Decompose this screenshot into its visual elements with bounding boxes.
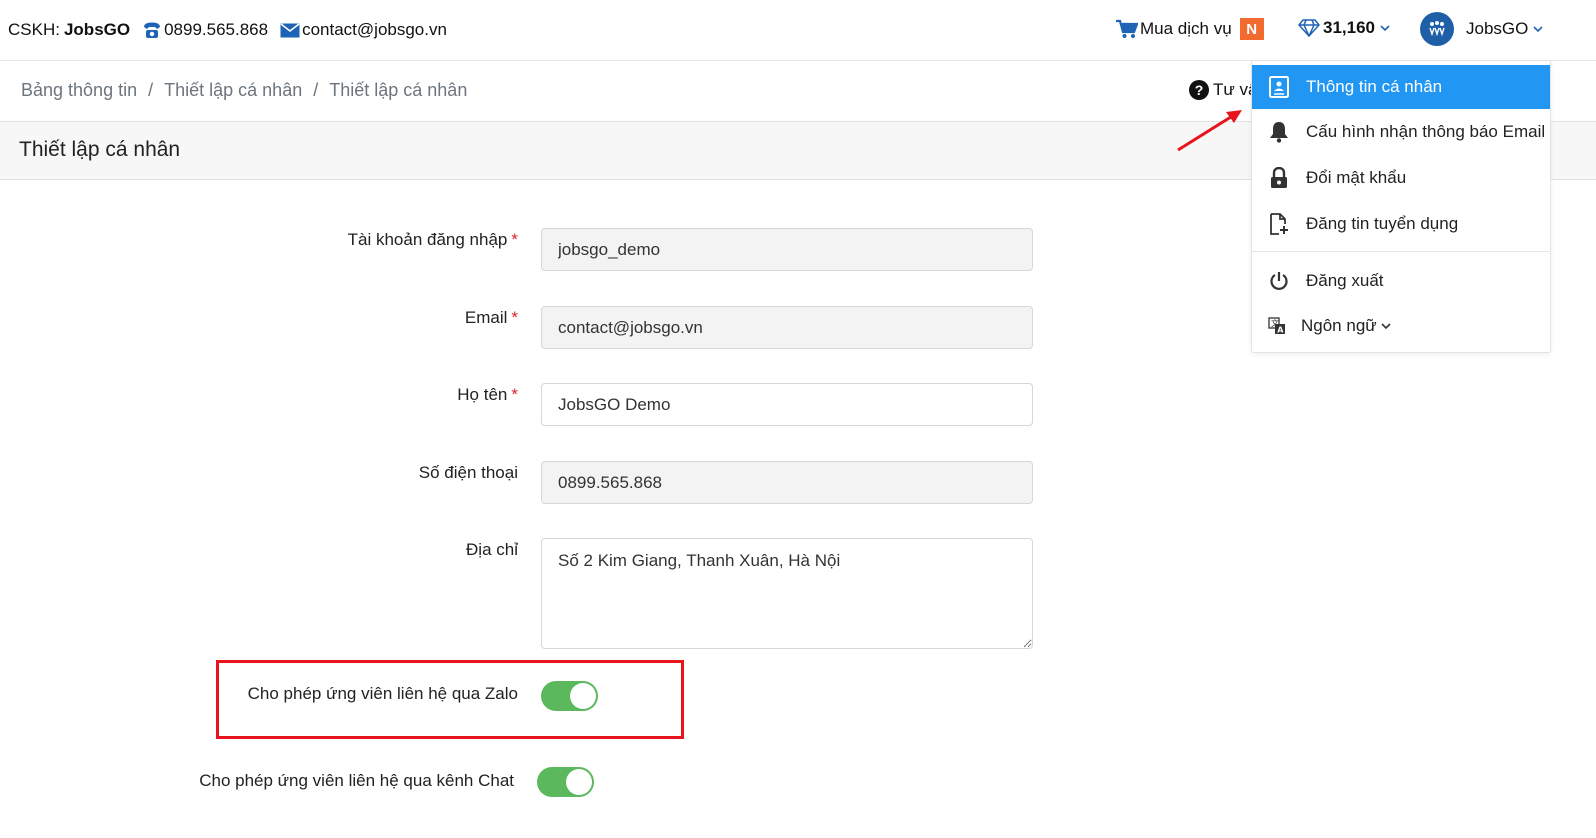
menu-item-profile[interactable]: Thông tin cá nhân xyxy=(1252,65,1550,109)
breadcrumb-separator: / xyxy=(313,80,319,100)
menu-item-change-password[interactable]: Đổi mật khẩu xyxy=(1252,156,1550,200)
translate-icon: 文A xyxy=(1252,317,1301,335)
email-input[interactable] xyxy=(541,306,1033,349)
required-mark: * xyxy=(511,308,518,327)
diamond-icon xyxy=(1298,19,1320,37)
buy-service-label: Mua dịch vụ xyxy=(1140,19,1232,38)
cskh-label: CSKH: xyxy=(8,20,60,39)
points-value: 31,160 xyxy=(1323,18,1375,37)
breadcrumb-item-settings[interactable]: Thiết lập cá nhân xyxy=(164,80,302,101)
top-bar: CSKH: JobsGO 0899.565.868 contact@jobsgo… xyxy=(0,0,1596,61)
breadcrumb-item-dashboard[interactable]: Bảng thông tin xyxy=(21,80,137,101)
user-name: JobsGO xyxy=(1466,19,1529,38)
email-label: Email * xyxy=(465,308,518,328)
menu-item-language[interactable]: 文A Ngôn ngữ xyxy=(1252,304,1550,348)
breadcrumb-item-current: Thiết lập cá nhân xyxy=(329,80,468,100)
email-label-text: Email xyxy=(464,308,508,327)
bell-icon xyxy=(1252,121,1306,143)
help-link[interactable]: ? Tư vấ xyxy=(1189,80,1257,100)
chevron-down-icon xyxy=(1381,322,1391,330)
cskh-name: JobsGO xyxy=(63,20,131,39)
question-icon: ? xyxy=(1189,80,1209,100)
cart-icon xyxy=(1116,19,1138,39)
fullname-label-text: Họ tên xyxy=(457,385,508,404)
power-icon xyxy=(1252,271,1306,291)
menu-item-post-job[interactable]: Đăng tin tuyển dụng xyxy=(1252,202,1550,246)
svg-text:A: A xyxy=(1277,326,1284,335)
new-document-icon xyxy=(1252,213,1306,235)
support-info: CSKH: JobsGO 0899.565.868 contact@jobsgo… xyxy=(8,0,447,60)
points-dropdown[interactable]: 31,160 xyxy=(1298,18,1390,38)
required-mark: * xyxy=(511,385,518,404)
new-badge: N xyxy=(1239,18,1264,40)
username-label: Tài khoản đăng nhập * xyxy=(348,230,518,250)
chevron-down-icon xyxy=(1533,25,1543,33)
buy-service-button[interactable]: Mua dịch vụ N xyxy=(1116,18,1264,40)
menu-divider xyxy=(1252,251,1550,252)
highlight-box xyxy=(216,660,684,739)
phone-input[interactable] xyxy=(541,461,1033,504)
toggle-knob xyxy=(566,769,592,795)
address-textarea[interactable]: Số 2 Kim Giang, Thanh Xuân, Hà Nội xyxy=(541,538,1033,649)
fullname-input[interactable] xyxy=(541,383,1033,426)
username-input[interactable] xyxy=(541,228,1033,271)
required-mark: * xyxy=(511,230,518,249)
menu-item-label: Đăng xuất xyxy=(1306,271,1384,290)
menu-item-label: Cấu hình nhận thông báo Email xyxy=(1306,122,1546,141)
breadcrumb-separator: / xyxy=(148,80,154,100)
menu-item-label: Đổi mật khẩu xyxy=(1306,168,1407,187)
address-label: Địa chỉ xyxy=(466,540,518,559)
menu-item-label: Thông tin cá nhân xyxy=(1306,77,1443,96)
phone-icon xyxy=(142,21,162,39)
chat-toggle-label: Cho phép ứng viên liên hệ qua kênh Chat xyxy=(199,771,514,790)
breadcrumb: Bảng thông tin / Thiết lập cá nhân / Thi… xyxy=(21,80,467,101)
mail-icon xyxy=(280,22,300,38)
username-label-text: Tài khoản đăng nhập xyxy=(347,230,508,249)
profile-icon xyxy=(1252,76,1306,98)
menu-item-label: Ngôn ngữ xyxy=(1301,316,1377,335)
chevron-down-icon xyxy=(1380,24,1390,32)
user-dropdown-menu: Thông tin cá nhân Cấu hình nhận thông bá… xyxy=(1251,60,1551,353)
page-title: Thiết lập cá nhân xyxy=(19,138,181,161)
menu-item-label: Đăng tin tuyển dụng xyxy=(1306,214,1459,233)
user-menu-toggle[interactable]: JobsGO xyxy=(1420,12,1543,46)
fullname-label: Họ tên * xyxy=(457,385,518,405)
menu-item-logout[interactable]: Đăng xuất xyxy=(1252,259,1550,303)
avatar xyxy=(1420,12,1454,46)
chat-toggle[interactable] xyxy=(537,767,594,797)
support-phone[interactable]: 0899.565.868 xyxy=(164,20,268,40)
support-email[interactable]: contact@jobsgo.vn xyxy=(302,20,447,40)
annotation-arrow-icon xyxy=(1177,110,1242,152)
phone-label: Số điện thoại xyxy=(418,463,518,482)
top-bar-right: Mua dịch vụ N 31,160 JobsGO xyxy=(1096,0,1596,60)
lock-icon xyxy=(1252,167,1306,189)
menu-item-email-notifications[interactable]: Cấu hình nhận thông báo Email xyxy=(1252,110,1550,154)
